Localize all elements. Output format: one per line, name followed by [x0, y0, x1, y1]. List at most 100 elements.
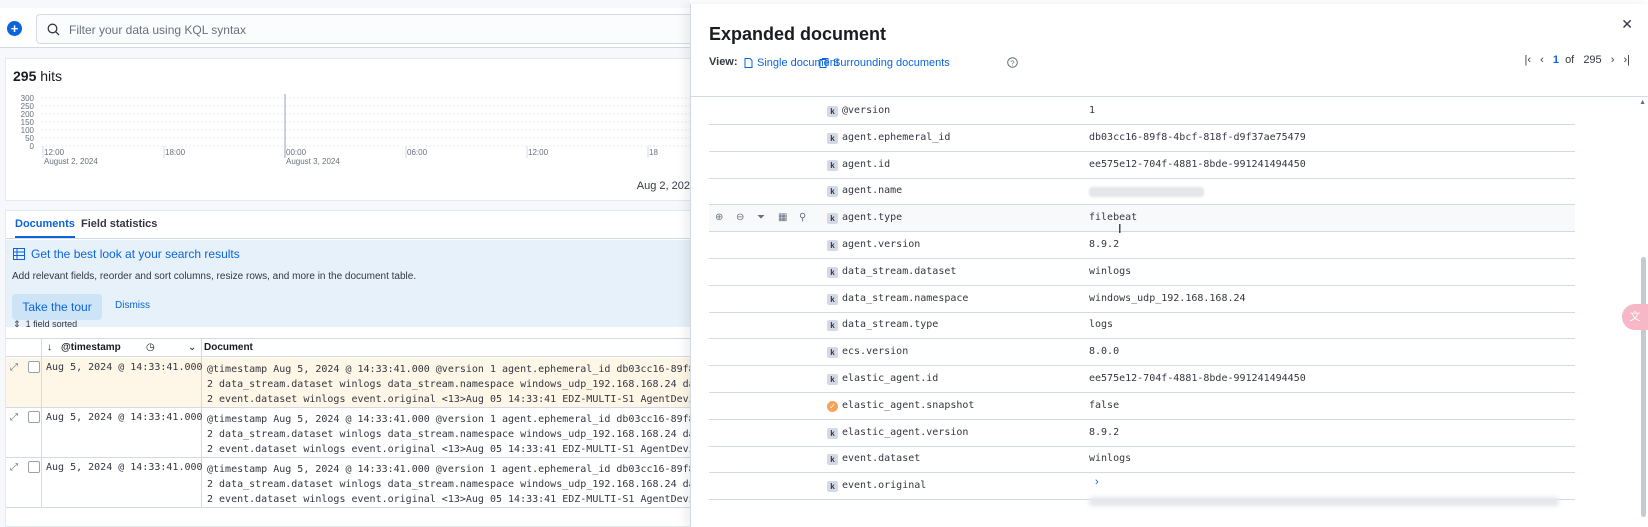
field-row[interactable]: k @version 1 — [709, 98, 1575, 125]
pager-of: of — [1565, 54, 1575, 66]
view-label: View: — [709, 56, 738, 68]
expanded-document-flyout: Expanded document ✕ View: Single documen… — [690, 4, 1648, 527]
filter-out-value-icon[interactable]: ⊖ — [736, 212, 757, 223]
field-value[interactable]: logs — [1089, 319, 1113, 330]
field-value[interactable]: filebeat — [1089, 212, 1137, 223]
next-page-icon[interactable]: › — [1611, 54, 1615, 66]
tab-field-statistics[interactable]: Field statistics — [81, 218, 157, 230]
document-summary-line: 2 data_stream.dataset winlogs data_strea… — [207, 429, 690, 440]
last-page-icon[interactable]: ›| — [1623, 54, 1630, 66]
filter-exists-icon[interactable]: ⏷ — [757, 212, 778, 223]
row-timestamp: Aug 5, 2024 @ 14:33:41.000 — [46, 462, 203, 473]
row-select-checkbox[interactable] — [28, 361, 40, 373]
add-filter-button[interactable]: + — [7, 21, 22, 36]
field-value[interactable]: winlogs — [1089, 453, 1131, 464]
keyword-type-icon: k — [827, 347, 838, 359]
histogram-x-date-label: August 3, 2024 — [286, 157, 340, 166]
column-divider — [41, 339, 42, 358]
expand-row-icon[interactable]: ⤢ — [10, 412, 18, 423]
row-timestamp: Aug 5, 2024 @ 14:33:41.000 — [46, 412, 203, 423]
histogram-x-tick-label: 18 — [649, 148, 658, 157]
pin-field-icon[interactable]: ⚲ — [799, 212, 820, 223]
field-row[interactable]: k agent.id ee575e12-704f-4881-8bde-9912414… — [709, 152, 1575, 179]
column-divider — [201, 339, 202, 358]
field-value[interactable]: windows_udp_192.168.168.24 — [1089, 293, 1246, 304]
chevron-down-icon[interactable]: ⌄ — [188, 342, 196, 353]
row-select-checkbox[interactable] — [28, 461, 40, 473]
first-page-icon[interactable]: |‹ — [1525, 54, 1532, 66]
tab-documents[interactable]: Documents — [15, 218, 75, 238]
field-name: agent.version — [842, 239, 921, 250]
sort-label: 1 field sorted — [25, 319, 78, 329]
field-name: agent.type — [842, 212, 903, 224]
column-header-timestamp[interactable]: @timestamp — [61, 342, 121, 353]
kql-search-input[interactable] — [69, 20, 669, 40]
toggle-column-icon[interactable]: ▦ — [778, 212, 799, 223]
field-row[interactable]: k elastic_agent.version 8.9.2 — [709, 420, 1575, 447]
close-icon[interactable]: ✕ — [1621, 16, 1633, 33]
chevron-right-icon[interactable]: › — [1095, 476, 1099, 488]
field-row[interactable]: k data_stream.namespace windows_udp_192.16… — [709, 286, 1575, 313]
field-value[interactable]: winlogs — [1089, 266, 1131, 277]
table-row[interactable]: ⤢ Aug 5, 2024 @ 14:33:41.000 @timestamp Au… — [6, 408, 690, 458]
expand-row-icon[interactable]: ⤢ — [10, 462, 18, 473]
keyword-type-icon: k — [827, 106, 838, 117]
column-header-document[interactable]: Document — [204, 342, 253, 353]
document-summary-line: @timestamp Aug 5, 2024 @ 14:33:41.000 @v… — [207, 464, 690, 475]
surrounding-documents-link[interactable]: Surrounding documents — [819, 57, 950, 69]
results-tabs: Documents Field statistics — [6, 211, 690, 239]
field-row[interactable]: ✓ elastic_agent.snapshot false — [709, 393, 1575, 420]
field-value[interactable]: false — [1089, 400, 1119, 411]
filter-for-value-icon[interactable]: ⊕ — [715, 212, 736, 223]
question-icon[interactable]: ? — [1007, 57, 1018, 68]
hits-label: hits — [40, 68, 63, 84]
field-row[interactable]: k agent.name — [709, 178, 1575, 206]
column-divider — [41, 458, 42, 508]
field-value[interactable]: 1 — [1089, 105, 1095, 116]
field-name: @version — [842, 105, 891, 116]
field-value[interactable]: 8.9.2 — [1089, 239, 1119, 250]
field-name: agent.id — [842, 158, 891, 170]
field-row[interactable]: k agent.ephemeral_id db03cc16-89f8-4bcf-81… — [709, 125, 1575, 152]
field-row[interactable]: k agent.version 8.9.2 — [709, 232, 1575, 259]
keyword-type-icon: k — [827, 374, 838, 385]
field-value[interactable]: db03cc16-89f8-4bcf-818f-d9f37ae75479 — [1089, 132, 1306, 143]
sort-descending-icon[interactable]: ↓ — [47, 342, 52, 353]
hits-histogram-chart[interactable]: 30025020015010050012:00August 2, 202418:… — [6, 94, 690, 169]
field-row[interactable]: k elastic_agent.id ee575e12-704f-4881-8bde… — [709, 366, 1575, 393]
translate-widget-icon[interactable]: 文 — [1622, 304, 1648, 330]
surrounding-documents-label: Surrounding documents — [833, 57, 950, 69]
field-row[interactable]: k data_stream.dataset winlogs — [709, 259, 1575, 286]
field-name: agent.ephemeral_id — [842, 131, 951, 143]
field-value[interactable]: 8.9.2 — [1089, 427, 1119, 438]
table-row[interactable]: ⤢ Aug 5, 2024 @ 14:33:41.000 @timestamp Au… — [6, 458, 690, 508]
field-value[interactable]: ee575e12-704f-4881-8bde-991241494450 — [1089, 159, 1306, 170]
field-row[interactable]: ⊕ ⊖ ⏷ ▦ ⚲ k agent.type filebeat — [709, 205, 1575, 233]
field-value[interactable]: ee575e12-704f-4881-8bde-991241494450 — [1089, 373, 1306, 384]
row-timestamp: Aug 5, 2024 @ 14:33:41.000 — [46, 362, 203, 373]
keyword-type-icon: k — [827, 320, 838, 332]
field-row[interactable]: k data_stream.type logs — [709, 312, 1575, 340]
discover-main-pane: + 295 hits 30025020015010050012:00August… — [0, 0, 690, 527]
histogram-x-tick-label: 12:00 — [44, 148, 65, 157]
keyword-type-icon: k — [827, 132, 838, 144]
row-select-checkbox[interactable] — [28, 411, 40, 423]
histogram-y-tick-label: 0 — [30, 142, 35, 151]
field-value[interactable]: 8.0.0 — [1089, 346, 1119, 357]
previous-page-icon[interactable]: ‹ — [1540, 54, 1544, 66]
field-row[interactable]: k ecs.version 8.0.0 — [709, 339, 1575, 367]
keyword-type-icon: k — [827, 293, 838, 305]
take-the-tour-button[interactable]: Take the tour — [12, 294, 102, 320]
field-row[interactable]: k event.dataset winlogs — [709, 446, 1575, 474]
query-toolbar: + — [0, 8, 690, 48]
scroll-up-icon[interactable]: ▲ — [1639, 99, 1646, 106]
table-row[interactable]: ⤢ Aug 5, 2024 @ 14:33:41.000 @timestamp Au… — [6, 358, 690, 408]
scrollbar-thumb[interactable] — [1641, 257, 1646, 517]
column-divider — [41, 358, 42, 408]
redacted-field-value — [1089, 187, 1204, 198]
field-row[interactable]: k event.original › — [709, 473, 1575, 507]
expand-row-icon[interactable]: ⤢ — [10, 362, 18, 373]
sort-indicator[interactable]: ⇕ 1 field sorted — [13, 319, 77, 330]
dismiss-button[interactable]: Dismiss — [115, 300, 150, 311]
documents-panel: Documents Field statistics Get the best … — [5, 210, 690, 527]
